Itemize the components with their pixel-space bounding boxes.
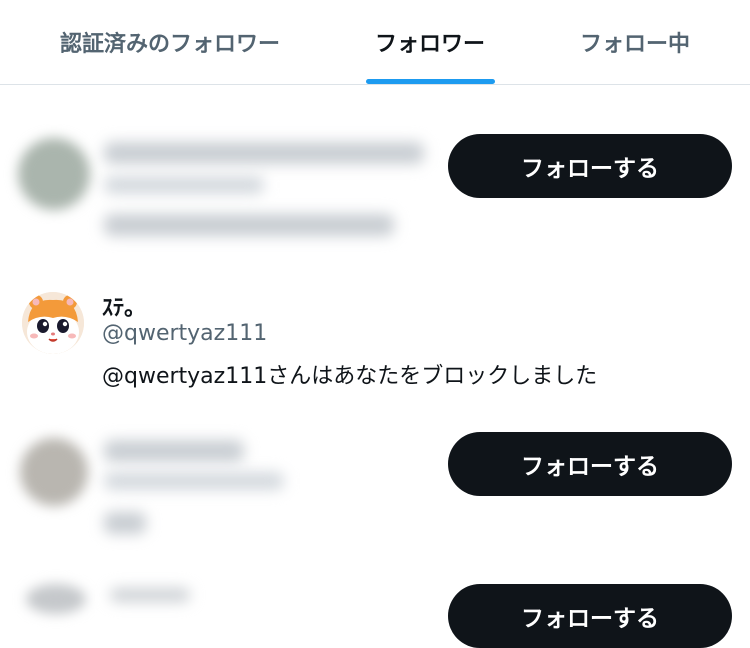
bio-blurred: [104, 512, 146, 534]
avatar-blurred: [20, 438, 88, 506]
user-row-blurred-1[interactable]: フォローする: [0, 86, 750, 266]
tab-bar: 認証済みのフォロワー フォロワー フォロー中: [0, 0, 750, 85]
user-row-blurred-3[interactable]: フォローする: [0, 570, 750, 648]
name-blurred: [104, 440, 244, 462]
handle-blurred: [104, 472, 284, 490]
user-display-name[interactable]: ｽﾃ。: [102, 290, 146, 322]
avatar-blurred: [18, 138, 90, 210]
bio-blurred: [104, 214, 394, 236]
follow-button[interactable]: フォローする: [448, 134, 732, 198]
active-tab-indicator: [366, 79, 495, 84]
follow-button[interactable]: フォローする: [448, 584, 732, 648]
blocked-status-message: @qwertyaz111さんはあなたをブロックしました: [102, 364, 598, 389]
follow-button[interactable]: フォローする: [448, 432, 732, 496]
user-row-blurred-2[interactable]: フォローする: [0, 400, 750, 560]
hamster-avatar-icon[interactable]: [22, 292, 84, 354]
handle-blurred: [104, 176, 264, 194]
name-blurred: [104, 142, 424, 164]
avatar-blurred: [26, 584, 86, 614]
tab-followers[interactable]: フォロワー: [345, 0, 515, 84]
tab-verified-followers[interactable]: 認証済みのフォロワー: [30, 0, 310, 84]
user-handle[interactable]: @qwertyaz111: [102, 321, 267, 346]
tab-following[interactable]: フォロー中: [560, 0, 710, 84]
